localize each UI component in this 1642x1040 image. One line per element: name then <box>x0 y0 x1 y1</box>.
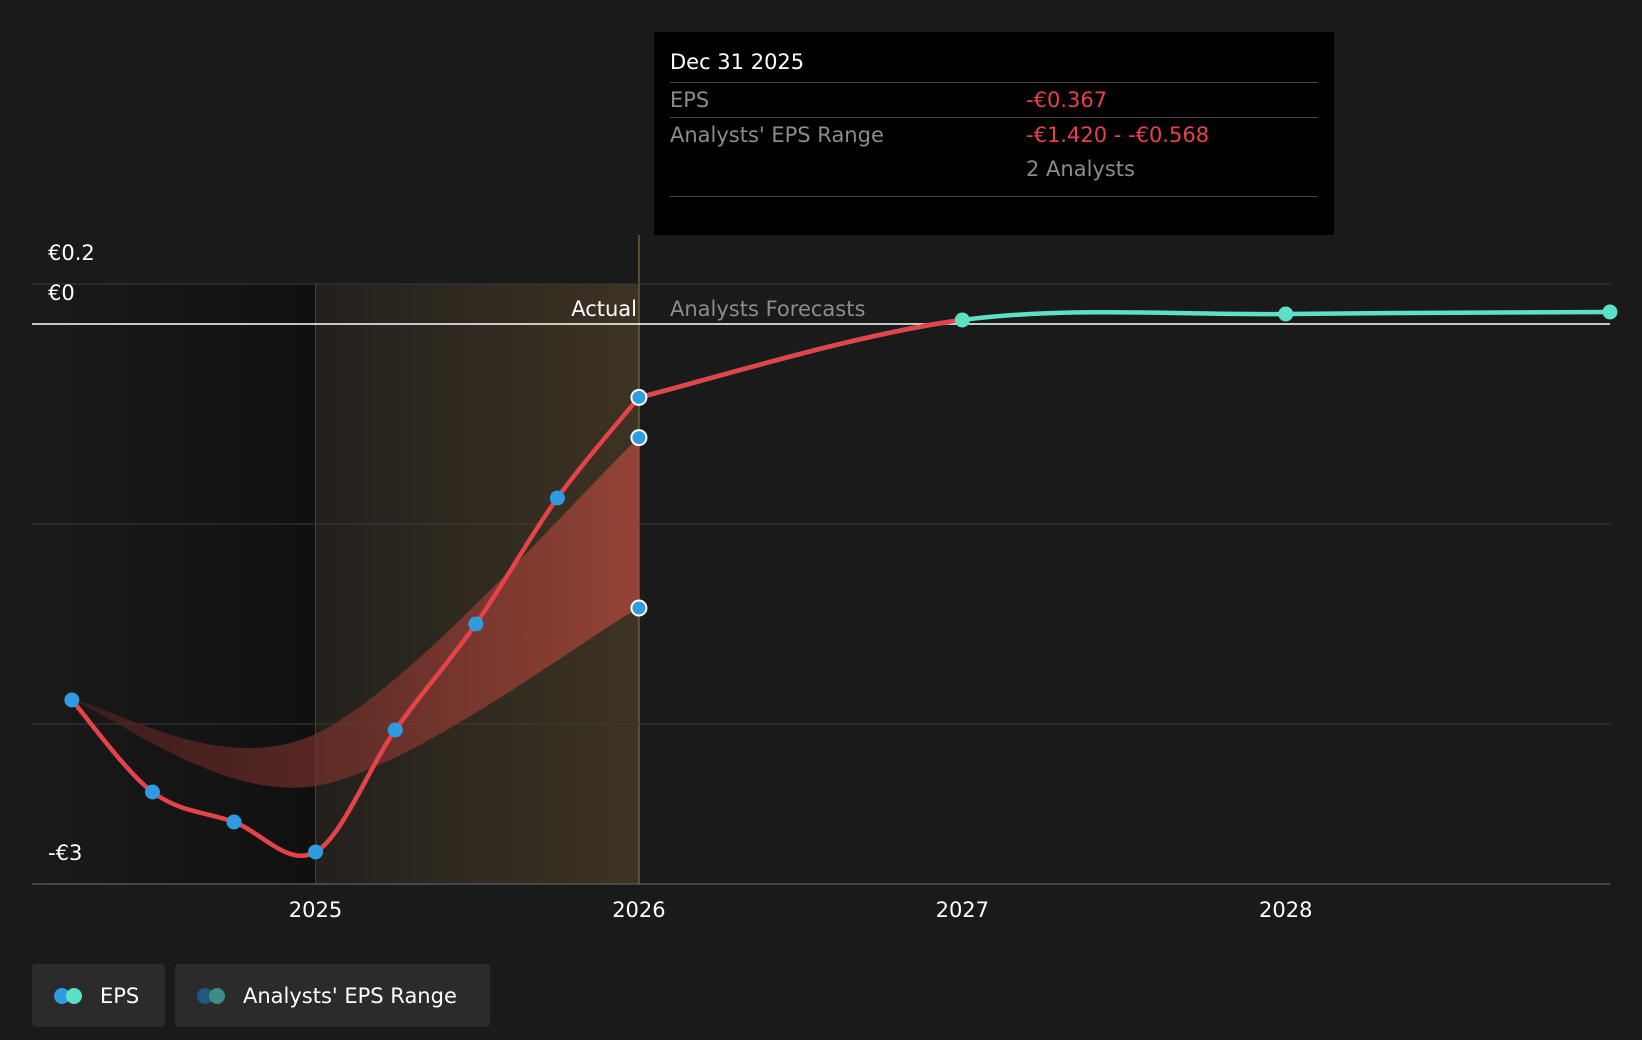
range-low-point <box>630 599 648 617</box>
eps-legend-icon <box>54 987 86 1004</box>
tooltip-date: Dec 31 2025 <box>670 32 1318 83</box>
x-tick-label: 2028 <box>1259 898 1312 922</box>
eps-point <box>64 692 80 708</box>
tooltip-range-values: -€1.420 - -€0.568 2 Analysts <box>1026 118 1209 186</box>
tooltip-eps-label: EPS <box>670 88 710 112</box>
eps-point <box>308 844 324 860</box>
range-high-point <box>630 429 648 447</box>
tooltip-range-row: Analysts' EPS Range -€1.420 - -€0.568 2 … <box>670 118 1318 186</box>
tooltip-analyst-count: 2 Analysts <box>1026 157 1135 181</box>
eps-forecast-point <box>954 312 970 328</box>
section-label-forecast: Analysts Forecasts <box>670 297 865 321</box>
eps-point <box>549 490 565 506</box>
eps-forecast-near-line <box>638 317 963 400</box>
y-tick-label: -€3 <box>48 841 82 865</box>
tooltip-range-separator: - <box>1107 123 1128 147</box>
x-tick-label: 2025 <box>289 898 342 922</box>
tooltip-range-high: -€0.568 <box>1128 123 1210 147</box>
y-tick-label: €0 <box>48 281 75 305</box>
x-tick-label: 2026 <box>612 898 665 922</box>
section-label-actual: Actual <box>571 297 637 321</box>
range-legend-icon <box>197 987 229 1004</box>
tooltip-eps-value: -€0.367 <box>1026 88 1108 112</box>
tooltip-eps-row: EPS -€0.367 <box>670 83 1318 118</box>
tooltip-range-low: -€1.420 <box>1026 123 1108 147</box>
tooltip-divider <box>670 196 1318 197</box>
eps-point <box>226 814 242 830</box>
x-tick-label: 2027 <box>936 898 989 922</box>
eps-point <box>144 784 160 800</box>
legend-item-eps[interactable]: EPS <box>32 964 165 1027</box>
y-tick-label: €0.2 <box>48 241 95 265</box>
eps-forecast-line <box>638 309 1611 400</box>
eps-forecast-point <box>1602 304 1618 320</box>
pre-actual-region <box>32 284 316 884</box>
tooltip: Dec 31 2025 EPS -€0.367 Analysts' EPS Ra… <box>654 32 1334 235</box>
legend-label-eps: EPS <box>100 983 140 1008</box>
eps-point <box>387 722 403 738</box>
eps-point <box>468 616 484 632</box>
tooltip-range-label: Analysts' EPS Range <box>670 123 884 147</box>
legend-label-range: Analysts' EPS Range <box>243 983 457 1008</box>
eps-forecast-point <box>1278 306 1294 322</box>
eps-point <box>630 388 648 406</box>
legend-item-range[interactable]: Analysts' EPS Range <box>175 964 490 1027</box>
